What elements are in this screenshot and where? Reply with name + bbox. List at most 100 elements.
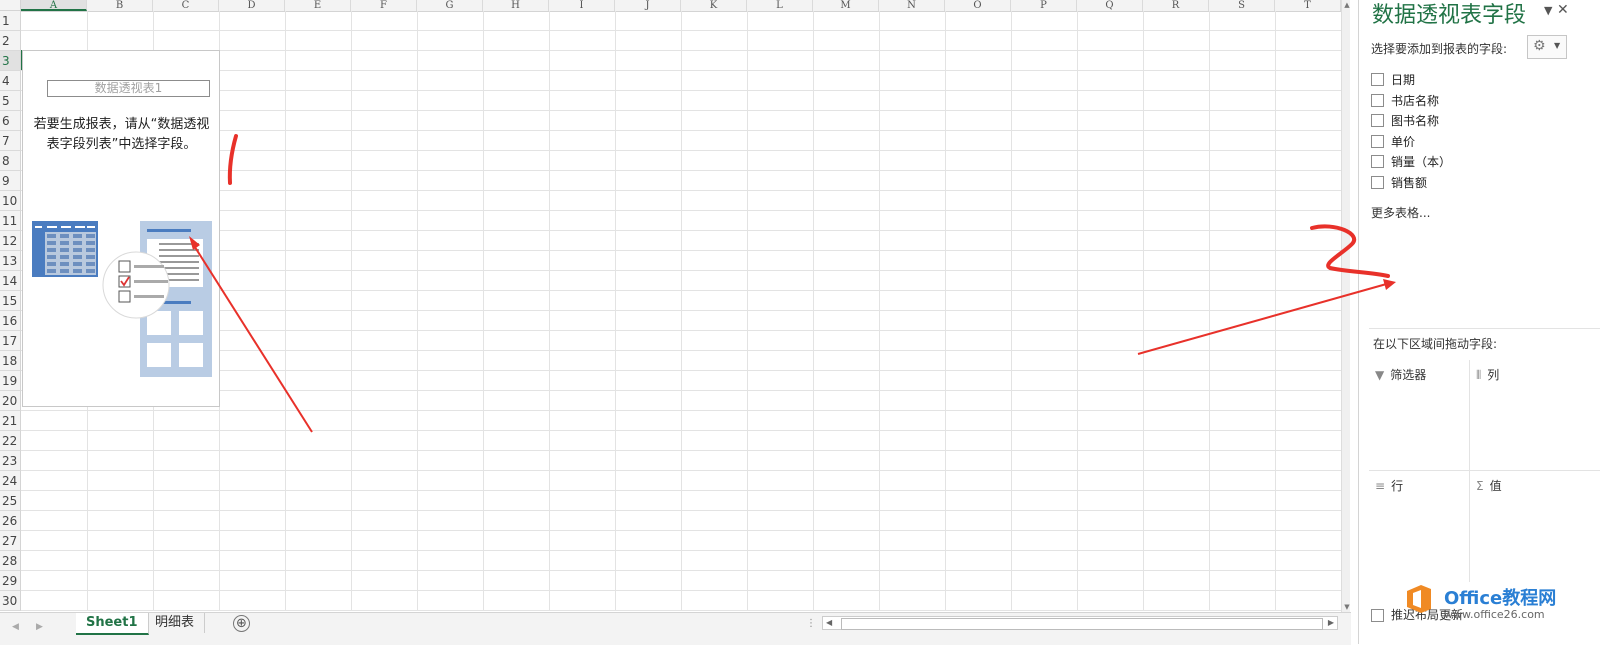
values-area[interactable]: Σ值 [1470,471,1600,581]
field-item[interactable]: 日期 [1371,71,1415,89]
row-header-15[interactable]: 15 [0,291,21,311]
column-header-s[interactable]: S [1209,0,1275,11]
column-header-l[interactable]: L [747,0,813,11]
tab-scroll-left-icon[interactable]: ◀ [12,622,19,632]
add-sheet-icon[interactable]: ⊕ [233,615,250,632]
vertical-scrollbar[interactable]: ▲ ▼ [1341,0,1350,612]
column-header-c[interactable]: C [153,0,219,11]
split-handle-icon[interactable]: ⋮ [806,618,816,629]
column-header-g[interactable]: G [417,0,483,11]
pivot-areas: ▼ 筛选器 ⦀ 列 ≡ 行 Σ值 [1369,360,1600,582]
horizontal-scrollbar[interactable]: ◀ ▶ [822,616,1338,630]
row-header-29[interactable]: 29 [0,571,21,591]
column-header-bar: ABCDEFGHIJKLMNOPQRST [0,0,1350,12]
column-header-j[interactable]: J [615,0,681,11]
row-header-18[interactable]: 18 [0,351,21,371]
filters-area[interactable]: ▼ 筛选器 [1369,360,1469,470]
grid-column-line [1143,11,1144,611]
row-header-17[interactable]: 17 [0,331,21,351]
pivot-table-name: 数据透视表1 [47,80,210,97]
sheet-tab-1[interactable]: Sheet1 [76,613,149,635]
row-header-27[interactable]: 27 [0,531,21,551]
row-header-6[interactable]: 6 [0,111,21,131]
grid-column-line [879,11,880,611]
column-header-e[interactable]: E [285,0,351,11]
select-all-corner[interactable] [0,0,21,11]
column-header-i[interactable]: I [549,0,615,11]
rows-area[interactable]: ≡ 行 [1369,471,1469,581]
field-item[interactable]: 书店名称 [1371,92,1439,110]
scroll-left-icon[interactable]: ◀ [826,617,832,629]
checkbox-icon[interactable] [1371,609,1384,622]
scroll-down-icon[interactable]: ▼ [1342,602,1350,612]
field-item[interactable]: 图书名称 [1371,112,1439,130]
column-header-h[interactable]: H [483,0,549,11]
field-label: 图书名称 [1391,114,1440,129]
column-header-b[interactable]: B [87,0,153,11]
checkbox-icon[interactable] [1371,176,1384,189]
column-header-n[interactable]: N [879,0,945,11]
checkbox-icon[interactable] [1371,93,1384,107]
pivot-table-placeholder[interactable]: 数据透视表1 若要生成报表，请从“数据透视表字段列表”中选择字段。 [22,50,220,407]
close-icon[interactable]: ✕ [1557,2,1569,18]
field-item[interactable]: 单价 [1371,133,1415,151]
row-header-22[interactable]: 22 [0,431,21,451]
row-header-19[interactable]: 19 [0,371,21,391]
scrollbar-thumb[interactable] [841,618,1323,630]
scroll-up-icon[interactable]: ▲ [1342,0,1350,10]
column-header-p[interactable]: P [1011,0,1077,11]
column-header-o[interactable]: O [945,0,1011,11]
column-header-r[interactable]: R [1143,0,1209,11]
pivot-table-hint: 若要生成报表，请从“数据透视表字段列表”中选择字段。 [33,117,210,152]
row-header-13[interactable]: 13 [0,251,21,271]
column-header-f[interactable]: F [351,0,417,11]
row-header-10[interactable]: 10 [0,191,21,211]
grid-row-line [21,530,1341,531]
row-header-25[interactable]: 25 [0,491,21,511]
row-header-7[interactable]: 7 [0,131,21,151]
grid-column-line [681,11,682,611]
column-header-k[interactable]: K [681,0,747,11]
column-header-m[interactable]: M [813,0,879,11]
row-header-26[interactable]: 26 [0,511,21,531]
panel-options-icon[interactable]: ▼ [1544,4,1552,17]
row-header-11[interactable]: 11 [0,211,21,231]
checkbox-icon[interactable] [1371,73,1384,86]
columns-area[interactable]: ⦀ 列 [1470,360,1600,470]
row-header-3[interactable]: 3 [0,51,21,71]
row-header-24[interactable]: 24 [0,471,21,491]
checkbox-icon[interactable] [1371,155,1384,169]
row-header-16[interactable]: 16 [0,311,21,331]
row-header-1[interactable]: 1 [0,11,21,31]
chevron-down-icon: ▼ [1554,41,1561,50]
row-header-5[interactable]: 5 [0,91,21,111]
row-header-21[interactable]: 21 [0,411,21,431]
field-item[interactable]: 销量（本） [1371,153,1451,171]
grid-column-line [1077,11,1078,611]
checkbox-icon[interactable] [1371,134,1384,148]
field-item[interactable]: 销售额 [1371,174,1427,192]
more-tables-link[interactable]: 更多表格... [1371,204,1430,221]
column-header-a[interactable]: A [21,0,87,11]
checkbox-icon[interactable] [1371,114,1384,128]
row-header-12[interactable]: 12 [0,231,21,251]
spreadsheet-grid[interactable]: ABCDEFGHIJKLMNOPQRST 1 2 3 4 5 6 7 8 9 10 11 12 13 14… [0,0,1350,620]
column-header-d[interactable]: D [219,0,285,11]
row-header-28[interactable]: 28 [0,551,21,571]
row-header-4[interactable]: 4 [0,71,21,91]
column-header-t[interactable]: T [1275,0,1341,11]
grid-row-line [21,550,1341,551]
row-header-9[interactable]: 9 [0,171,21,191]
grid-column-line [1275,11,1276,611]
row-header-23[interactable]: 23 [0,451,21,471]
row-header-8[interactable]: 8 [0,151,21,171]
tab-scroll-right-icon[interactable]: ▶ [36,622,43,632]
row-header-14[interactable]: 14 [0,271,21,291]
column-header-q[interactable]: Q [1077,0,1143,11]
settings-button[interactable]: ⚙ ▼ [1527,35,1567,59]
row-header-20[interactable]: 20 [0,391,21,411]
row-header-2[interactable]: 2 [0,31,21,51]
row-header-30[interactable]: 30 [0,591,21,611]
sheet-tab-2[interactable]: 明细表 [145,613,206,633]
scroll-right-icon[interactable]: ▶ [1328,617,1334,629]
